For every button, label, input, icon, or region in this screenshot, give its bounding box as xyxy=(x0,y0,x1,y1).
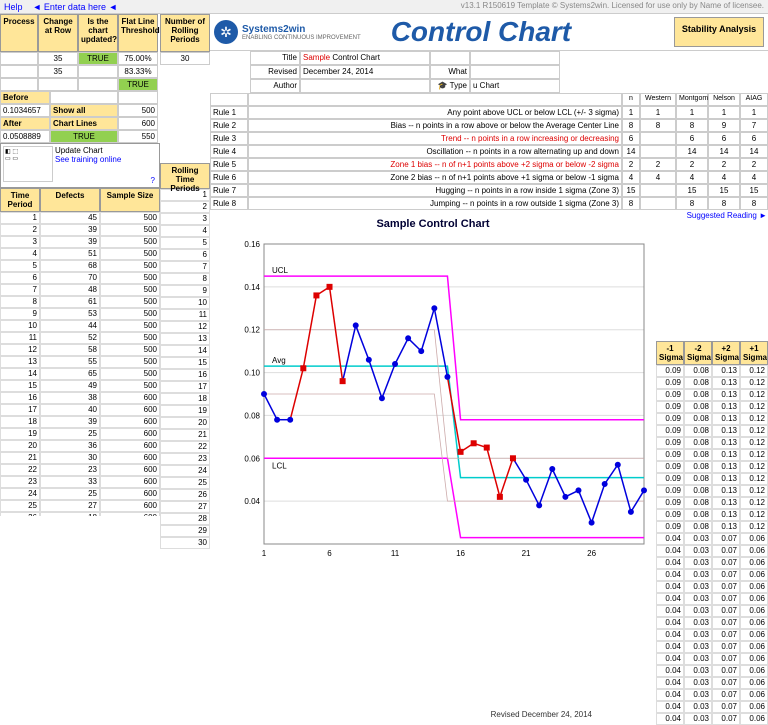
topbar: Help ◄ Enter data here ◄ v13.1 R150619 T… xyxy=(0,0,768,14)
chart-footer: Revised December 24, 2014 xyxy=(491,710,592,719)
svg-text:0.08: 0.08 xyxy=(244,411,260,420)
process-block: ProcessChange at RowIs the chart updated… xyxy=(0,14,160,91)
main: ProcessChange at RowIs the chart updated… xyxy=(0,14,768,516)
version-text: v13.1 R150619 Template © Systems2win. Li… xyxy=(461,1,764,10)
svg-text:26: 26 xyxy=(587,549,596,558)
logo-icon: ✲ xyxy=(214,20,238,44)
rules-grid: nWesternMontgomNelsonAIAGRule 1Any point… xyxy=(210,93,768,210)
svg-text:0.12: 0.12 xyxy=(244,326,260,335)
sigma-header: -1 Sigma-2 Sigma+2 Sigma+1 Sigma xyxy=(656,341,768,365)
rolling-header: Number of Rolling Periods xyxy=(160,14,210,52)
svg-text:0.14: 0.14 xyxy=(244,283,260,292)
training-box: ◧ ⬚▭ ▭ Update Chart See training online … xyxy=(0,143,160,188)
svg-text:21: 21 xyxy=(522,549,531,558)
svg-text:11: 11 xyxy=(391,549,400,558)
svg-text:LCL: LCL xyxy=(272,461,287,470)
rolling-column: Number of Rolling Periods 30 Rolling Tim… xyxy=(160,14,210,516)
data-grid[interactable]: 1455002395003395004515005685006705007485… xyxy=(0,212,160,516)
brand-name: Systems2win xyxy=(242,24,361,35)
svg-text:Avg: Avg xyxy=(272,356,286,365)
right-column: ✲ Systems2win ENABLING CONTINUOUS IMPROV… xyxy=(210,14,768,516)
svg-text:16: 16 xyxy=(456,549,465,558)
svg-text:1: 1 xyxy=(262,549,267,558)
header-row: ✲ Systems2win ENABLING CONTINUOUS IMPROV… xyxy=(210,14,768,51)
suggested-reading-link[interactable]: Suggested Reading ► xyxy=(656,210,768,223)
left-column: ProcessChange at RowIs the chart updated… xyxy=(0,14,160,516)
meta-grid: TitleSample Control Chart RevisedDecembe… xyxy=(250,51,768,93)
sigma-grid: 0.090.080.130.120.090.080.130.120.090.08… xyxy=(656,365,768,725)
upper-right: TitleSample Control Chart RevisedDecembe… xyxy=(210,51,768,210)
rolling-value[interactable]: 30 xyxy=(160,52,210,65)
svg-text:UCL: UCL xyxy=(272,266,289,275)
sigma-panel: Suggested Reading ► -1 Sigma-2 Sigma+2 S… xyxy=(656,210,768,725)
rolling-time-header: Rolling Time Periods xyxy=(160,163,210,189)
help-link[interactable]: Help xyxy=(4,2,23,12)
enter-data-hint: ◄ Enter data here ◄ xyxy=(33,2,118,12)
brand-sub: ENABLING CONTINUOUS IMPROVEMENT xyxy=(242,35,361,41)
svg-text:0.06: 0.06 xyxy=(244,454,260,463)
training-link[interactable]: See training online xyxy=(55,155,121,164)
control-chart: 0.040.060.080.100.120.140.161611162126UC… xyxy=(214,214,654,574)
before-after-block: Before0.1034657Show all500AfterChart Lin… xyxy=(0,91,160,143)
svg-text:0.10: 0.10 xyxy=(244,369,260,378)
toolbar-thumb: ◧ ⬚▭ ▭ xyxy=(3,146,53,182)
chart-area: Sample Control Chart 0.040.060.080.100.1… xyxy=(214,214,652,721)
svg-text:0.16: 0.16 xyxy=(244,240,260,249)
svg-text:6: 6 xyxy=(327,549,332,558)
stability-analysis[interactable]: Stability Analysis xyxy=(674,17,764,47)
data-header: Time PeriodDefectsSample Size xyxy=(0,188,160,212)
update-chart-button[interactable]: Update Chart xyxy=(55,146,121,155)
rolling-time-grid: 1234567891011121314151617181920212223242… xyxy=(160,189,210,549)
page-title: Control Chart xyxy=(391,16,571,48)
svg-text:0.04: 0.04 xyxy=(244,497,260,506)
help-icon[interactable]: ? xyxy=(151,176,155,185)
